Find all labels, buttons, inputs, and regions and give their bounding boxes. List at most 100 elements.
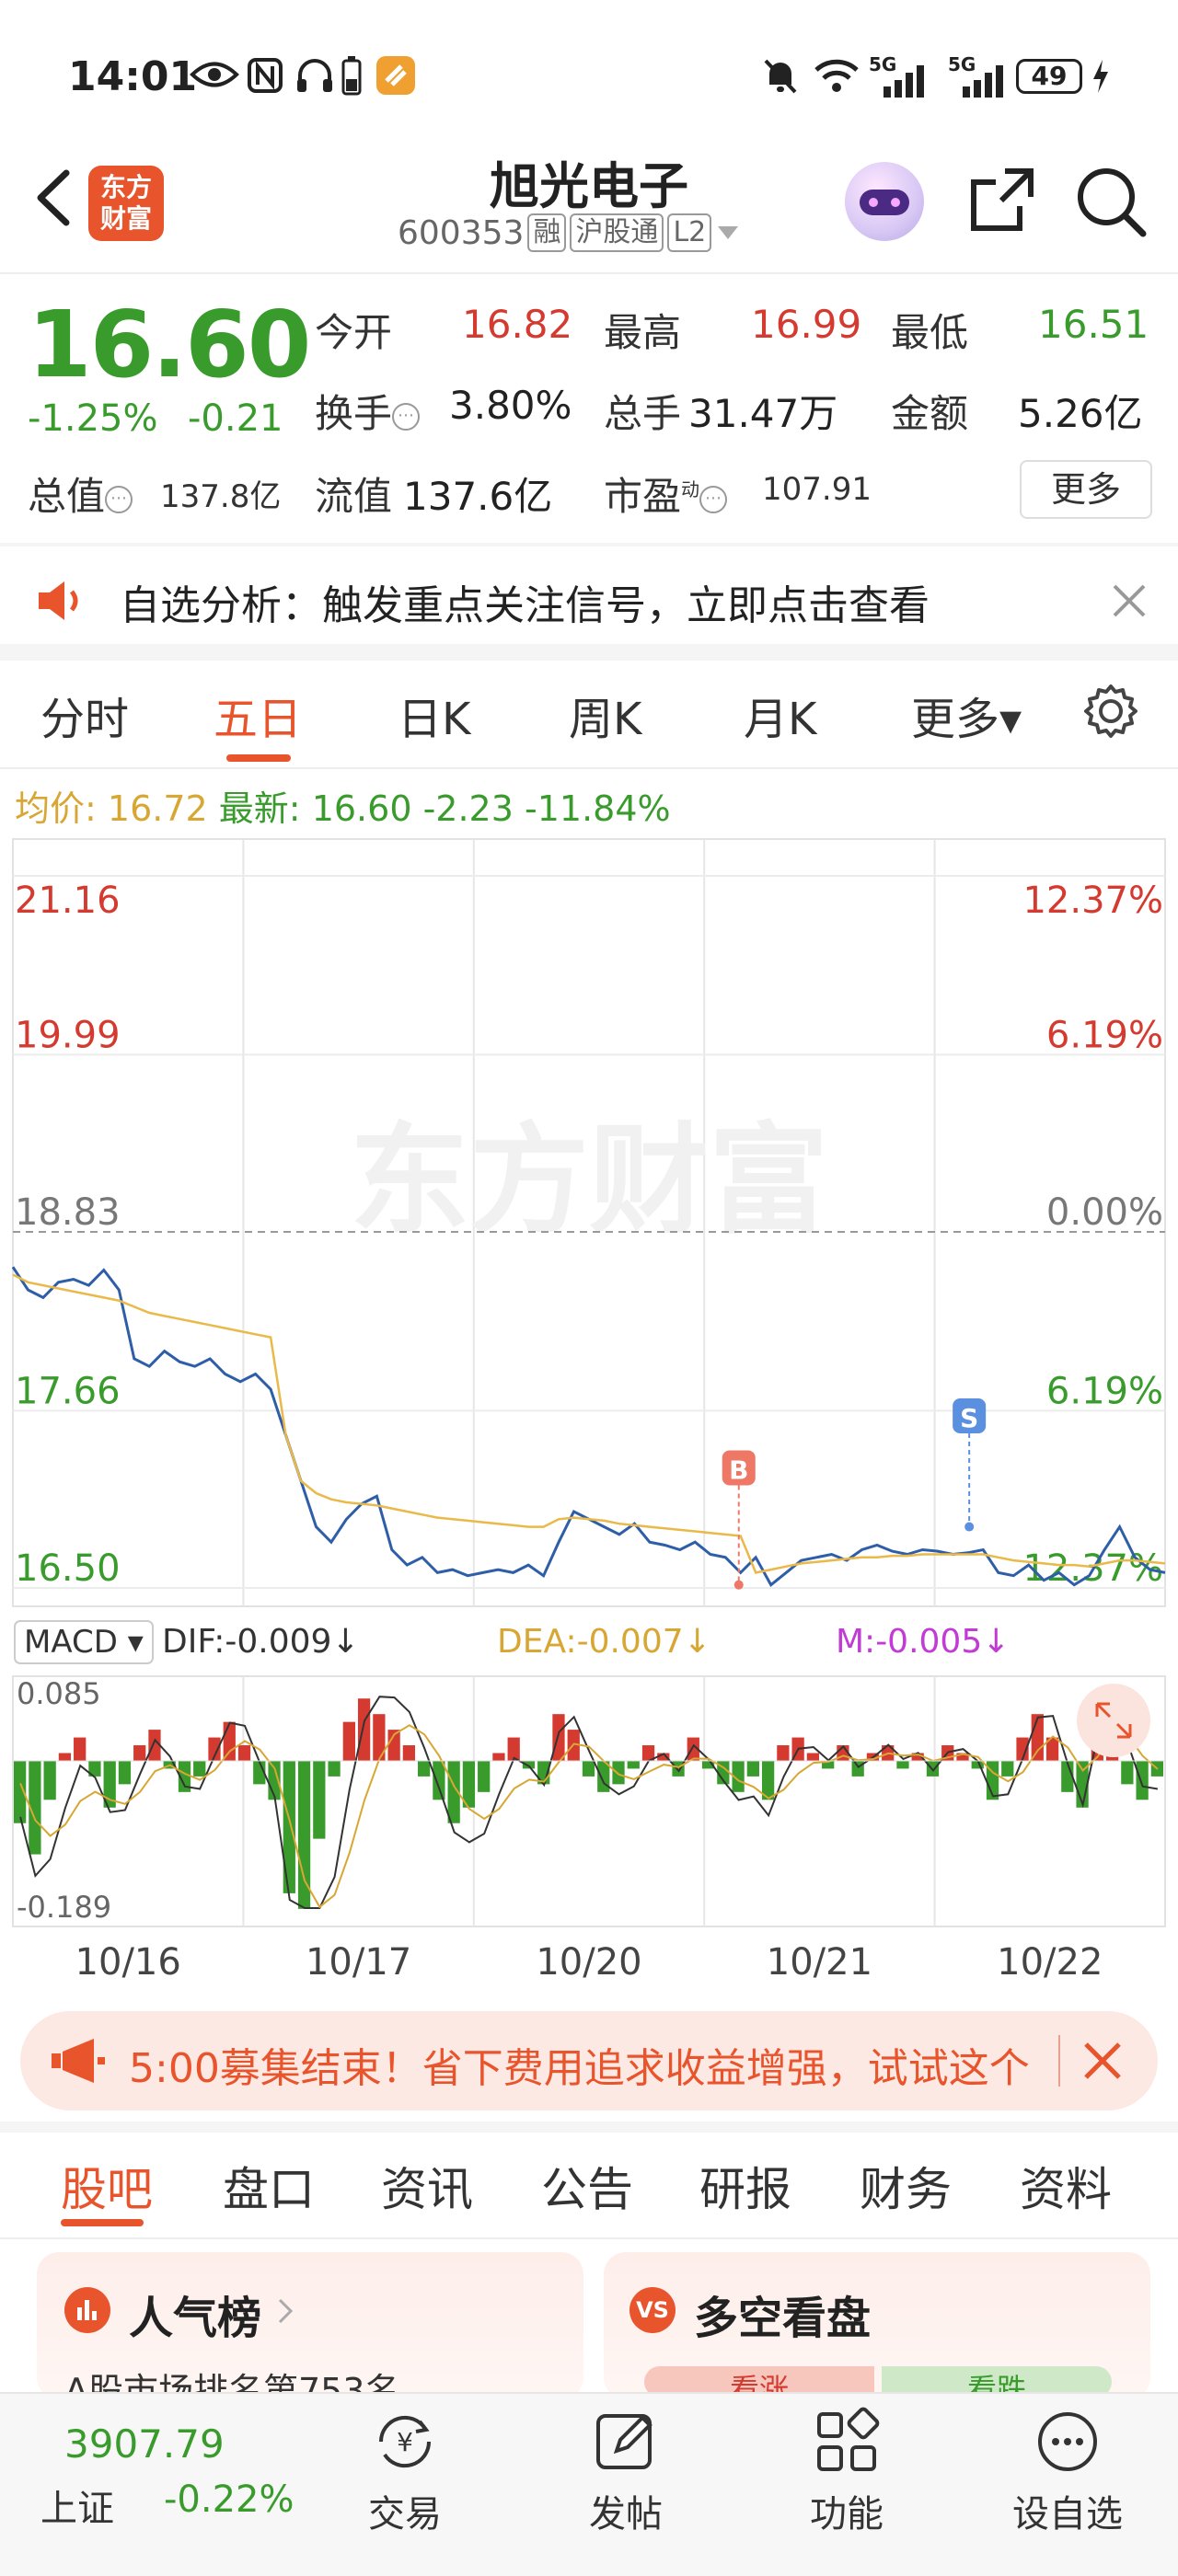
volume-value: 31.47万	[688, 391, 838, 436]
nav-functions[interactable]: 功能	[773, 2484, 920, 2537]
svg-text:¥: ¥	[397, 2427, 413, 2457]
macd-bar	[1121, 1760, 1134, 1785]
y-tick-left: 19.99	[15, 1014, 121, 1056]
y-tick-left: 17.66	[15, 1370, 121, 1412]
index-name[interactable]: 上证	[40, 2478, 114, 2532]
macd-bar	[433, 1760, 445, 1800]
edit-icon[interactable]	[589, 2405, 663, 2478]
gear-icon[interactable]	[1082, 683, 1139, 740]
amount-label: 金额	[891, 391, 969, 436]
high-value: 16.99	[751, 302, 862, 347]
y-tick-right: 0.00%	[1046, 1191, 1163, 1234]
macd-bar	[746, 1760, 759, 1777]
latest-label: 最新:	[218, 788, 301, 829]
tab-monthly-k[interactable]: 月K	[744, 683, 816, 747]
status-time: 14:01	[68, 53, 198, 100]
tab-five-day[interactable]: 五日	[214, 683, 302, 747]
divider	[0, 2122, 1178, 2133]
speaker-icon	[39, 581, 78, 620]
tab-profile[interactable]: 资料	[1020, 2153, 1112, 2219]
marker-label: S	[960, 1403, 978, 1433]
dif-value: DIF:-0.009↓	[162, 1623, 360, 1661]
avg-price-line	[12, 1273, 1166, 1574]
expand-icon	[1077, 1684, 1150, 1757]
open-value: 16.82	[462, 302, 573, 347]
info-icon: ⋯	[392, 402, 421, 431]
tab-intraday[interactable]: 分时	[40, 683, 129, 747]
pe-label[interactable]: 市盈动 ⋯	[604, 466, 728, 522]
wifi-icon	[814, 59, 859, 92]
macd-bar	[418, 1760, 431, 1777]
avg-value: 16.72	[107, 788, 208, 829]
y-tick-left: 16.50	[15, 1547, 121, 1590]
macd-tick-top: 0.085	[17, 1676, 101, 1711]
signal-1-icon: 5G	[869, 53, 930, 98]
tab-financials[interactable]: 财务	[860, 2153, 952, 2219]
grid-icon[interactable]	[810, 2405, 884, 2478]
stock-code-row[interactable]: 600353 融 沪股通 L2	[398, 213, 741, 252]
more-circle-icon[interactable]	[1031, 2405, 1104, 2478]
tag-connect: 沪股通	[570, 213, 664, 252]
tab-orderbook[interactable]: 盘口	[223, 2153, 315, 2219]
macd-bar	[612, 1760, 625, 1785]
dropdown-triangle-icon	[718, 226, 739, 239]
chevron-right-icon	[278, 2298, 294, 2324]
tab-research[interactable]: 研报	[699, 2153, 791, 2219]
macd-bar	[237, 1745, 251, 1761]
tab-announcements[interactable]: 公告	[541, 2153, 633, 2219]
tab-news[interactable]: 资讯	[381, 2153, 473, 2219]
promo-text[interactable]: 5:00募集结束！省下费用追求收益增强，试试这个	[129, 2035, 1049, 2094]
more-button[interactable]: 更多	[1020, 460, 1152, 519]
mktcap-label[interactable]: 总值 ⋯	[28, 466, 133, 522]
x-tick-label: 10/20	[536, 1941, 641, 1984]
macd-bar	[552, 1714, 565, 1761]
y-tick-left: 21.16	[15, 880, 121, 922]
bull-bear-title: 多空看盘	[694, 2293, 872, 2344]
turnover-label[interactable]: 换手 ⋯	[315, 383, 421, 439]
tab-forum[interactable]: 股吧	[61, 2153, 153, 2219]
close-icon[interactable]	[1106, 578, 1152, 624]
close-icon[interactable]	[1079, 2037, 1126, 2085]
x-tick-label: 10/21	[767, 1941, 872, 1984]
price-line	[11, 1266, 1166, 1587]
bar-chart-icon	[64, 2287, 110, 2333]
nav-post[interactable]: 发帖	[552, 2484, 699, 2537]
charging-icon	[1093, 60, 1108, 93]
ai-assistant-avatar[interactable]	[845, 162, 924, 241]
marker-label: B	[729, 1455, 748, 1485]
current-price: 16.60	[28, 291, 311, 398]
tab-weekly-k[interactable]: 周K	[569, 683, 641, 747]
macd-bar	[118, 1760, 132, 1785]
megaphone-icon	[52, 2039, 105, 2083]
volume-label: 总手	[604, 391, 682, 436]
pe-value: 107.91	[762, 471, 872, 508]
macd-bar	[133, 1745, 146, 1761]
divider	[1058, 2035, 1060, 2087]
change-percent: -1.25%	[28, 397, 158, 440]
macd-bar	[851, 1760, 864, 1777]
dea-value: DEA:-0.007↓	[497, 1623, 711, 1661]
nav-add-watchlist[interactable]: 设自选	[994, 2484, 1141, 2537]
app-notification-icon	[376, 56, 415, 95]
battery-small-icon	[341, 56, 362, 96]
search-icon[interactable]	[1075, 166, 1147, 237]
five-day-chart[interactable]: 东方财富 21.16 12.37% 19.99 6.19% 18.83 0.00% 17.66…	[0, 835, 1178, 1995]
index-value[interactable]: 3907.79	[64, 2421, 225, 2467]
popularity-rank: A股市场排名第753名	[64, 2371, 400, 2396]
tab-daily-k[interactable]: 日K	[398, 683, 470, 747]
mute-bell-icon	[764, 59, 797, 94]
mktcap-value: 137.8亿	[160, 478, 282, 515]
amount-value: 5.26亿	[1018, 391, 1143, 436]
y-tick-right: 6.19%	[1046, 1370, 1163, 1412]
chart-change-pct: -11.84%	[525, 788, 671, 829]
index-change[interactable]: -0.22%	[164, 2478, 294, 2521]
share-icon[interactable]	[968, 166, 1036, 234]
notice-text[interactable]: 自选分析：触发重点关注信号，立即点击查看	[120, 572, 930, 631]
chart-info-line: 均价: 16.72 最新: 16.60 -2.23 -11.84%	[15, 780, 671, 831]
tab-more[interactable]: 更多▾	[911, 683, 1022, 747]
nav-trade[interactable]: 交易	[331, 2484, 479, 2537]
y-tick-left: 18.83	[15, 1191, 121, 1234]
marker-dot	[964, 1522, 975, 1532]
high-label: 最高	[604, 310, 682, 355]
yuan-exchange-icon[interactable]: ¥	[368, 2405, 442, 2478]
